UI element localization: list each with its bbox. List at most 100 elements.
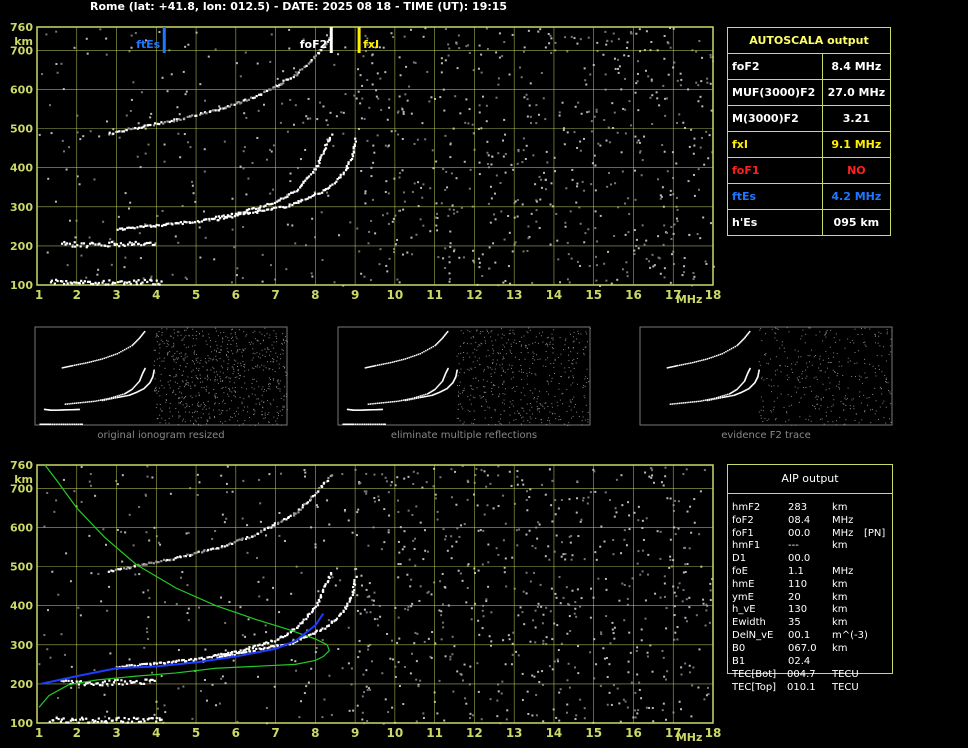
- trace-point: [153, 679, 156, 682]
- noise-dot: [204, 236, 207, 239]
- noise-dot: [490, 640, 493, 643]
- noise-dot: [478, 161, 481, 164]
- noise-dot: [661, 144, 664, 147]
- thumbnail-trace-point: [727, 393, 729, 396]
- noise-dot: [440, 610, 443, 613]
- trace-point: [123, 228, 126, 231]
- thumbnail-noise: [587, 418, 589, 420]
- noise-dot: [294, 242, 297, 245]
- trace-point: [253, 96, 256, 99]
- trace-point: [189, 658, 193, 661]
- trace-point: [155, 223, 158, 227]
- thumbnail-noise: [787, 394, 789, 396]
- thumbnail-noise: [826, 330, 828, 332]
- thumbnail-noise: [192, 345, 194, 347]
- noise-dot: [171, 273, 174, 276]
- thumbnail-noise: [499, 364, 501, 366]
- thumbnail-trace-point: [367, 423, 370, 426]
- noise-dot: [673, 591, 676, 594]
- thumbnail-noise: [847, 357, 849, 359]
- thumbnail-noise: [263, 417, 265, 419]
- trace-point: [132, 127, 135, 130]
- thumbnail-noise: [173, 376, 175, 378]
- noise-dot: [678, 700, 681, 703]
- noise-dot: [328, 674, 331, 677]
- noise-dot: [413, 142, 416, 145]
- thumbnail-noise: [232, 353, 234, 355]
- noise-dot: [665, 607, 668, 610]
- noise-dot: [604, 491, 607, 494]
- trace-point: [133, 243, 136, 246]
- thumbnail-noise: [281, 414, 283, 416]
- noise-dot: [647, 75, 650, 78]
- noise-dot: [580, 518, 583, 521]
- thumbnail-noise: [488, 423, 490, 425]
- noise-dot: [522, 50, 525, 53]
- thumbnail-noise: [835, 424, 837, 426]
- noise-dot: [531, 674, 534, 677]
- thumbnail-noise: [806, 375, 808, 377]
- noise-dot: [520, 76, 523, 79]
- noise-dot: [576, 260, 579, 263]
- noise-dot: [605, 656, 608, 659]
- noise-dot: [300, 700, 303, 703]
- noise-dot: [486, 474, 489, 477]
- noise-dot: [626, 706, 629, 709]
- thumbnail-noise: [275, 333, 277, 335]
- noise-dot: [347, 519, 350, 522]
- trace-point: [354, 140, 357, 143]
- noise-dot: [357, 68, 360, 71]
- noise-dot: [595, 255, 598, 258]
- thumbnail-noise: [773, 385, 775, 387]
- thumbnail-trace-point: [116, 352, 119, 355]
- noise-dot: [269, 60, 272, 63]
- noise-dot: [109, 652, 112, 655]
- trace-point: [329, 571, 333, 575]
- thumbnail-noise: [176, 357, 178, 359]
- thumbnail-noise: [468, 369, 470, 371]
- thumbnail-noise: [178, 397, 180, 399]
- thumbnail-noise: [241, 351, 243, 353]
- noise-dot: [321, 258, 324, 261]
- thumbnail-trace-point: [105, 356, 107, 359]
- thumbnail-trace-point: [94, 400, 96, 402]
- noise-dot: [239, 165, 242, 168]
- noise-dot: [483, 470, 486, 473]
- noise-dot: [620, 552, 623, 555]
- thumbnail-trace-point: [109, 398, 111, 400]
- thumbnail-trace-point: [65, 366, 68, 368]
- noise-dot: [259, 520, 262, 523]
- y-tick-label: 400: [10, 162, 33, 175]
- thumbnail-noise: [529, 421, 531, 423]
- noise-dot: [471, 123, 474, 126]
- thumbnail-noise: [255, 366, 257, 368]
- noise-dot: [624, 233, 627, 236]
- thumbnail-noise: [486, 329, 488, 331]
- noise-dot: [542, 639, 545, 642]
- trace-point: [107, 283, 110, 286]
- thumbnail-trace-point: [85, 362, 87, 364]
- thumbnail-trace-point: [103, 399, 106, 401]
- thumbnail-noise: [795, 391, 797, 393]
- noise-dot: [392, 36, 395, 39]
- noise-dot: [121, 560, 124, 563]
- noise-dot: [454, 95, 457, 98]
- trace-point: [277, 521, 280, 524]
- noise-dot: [177, 687, 180, 690]
- thumbnail-noise: [219, 371, 221, 373]
- thumbnail-noise: [855, 413, 857, 415]
- thumbnail-trace-point: [406, 357, 409, 360]
- noise-dot: [537, 602, 540, 605]
- noise-dot: [80, 254, 83, 257]
- thumbnail-noise: [538, 390, 540, 392]
- thumbnail-noise: [532, 356, 534, 358]
- noise-dot: [516, 544, 519, 547]
- thumbnail-noise: [791, 363, 793, 365]
- thumbnail-noise: [241, 401, 243, 403]
- noise-dot: [384, 71, 387, 74]
- noise-dot: [134, 32, 137, 35]
- thumbnail-noise: [552, 329, 554, 331]
- thumbnail-noise: [199, 362, 201, 364]
- thumbnail-noise: [512, 376, 514, 378]
- thumbnail-noise: [842, 403, 844, 405]
